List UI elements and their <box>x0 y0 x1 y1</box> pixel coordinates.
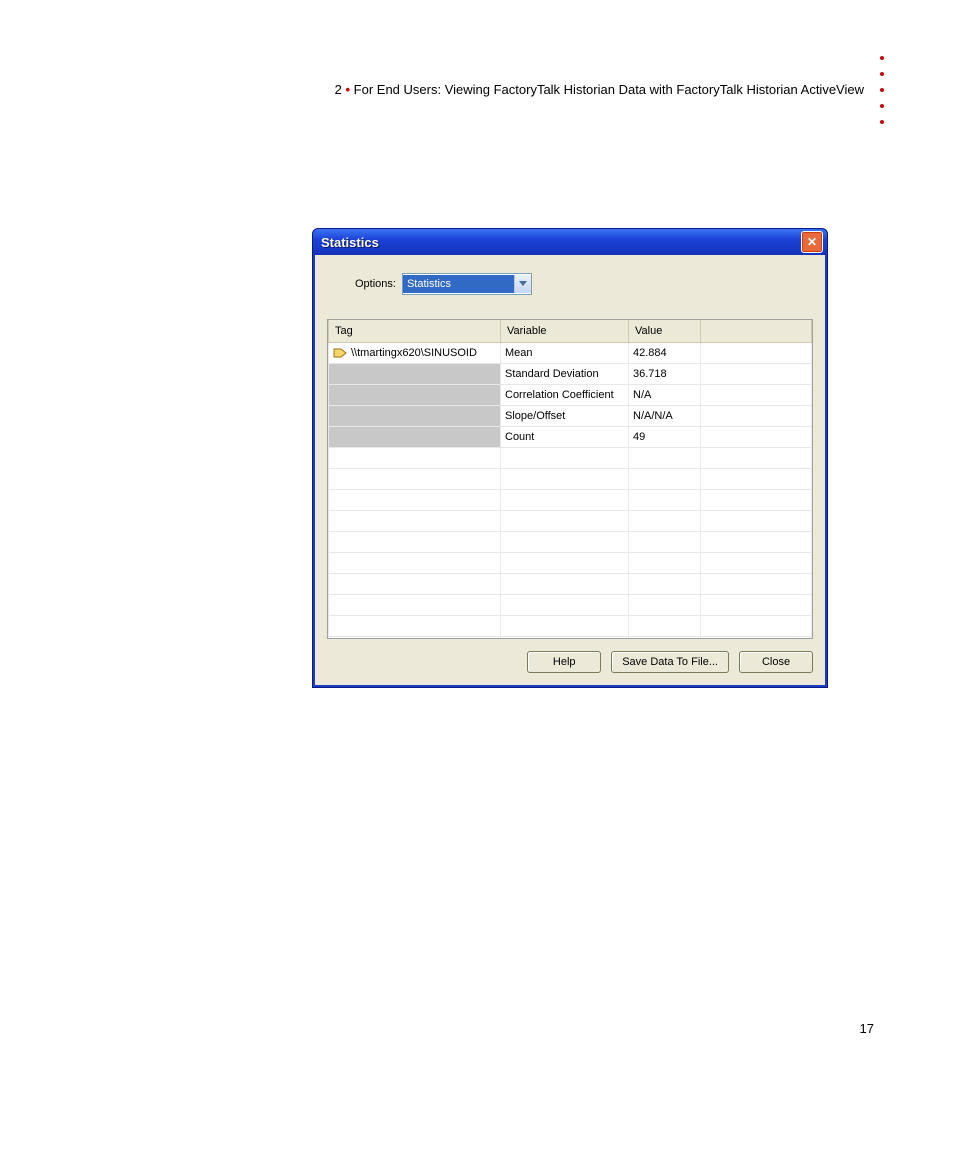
table-row <box>329 448 812 469</box>
table-row <box>329 637 812 640</box>
table-row <box>329 553 812 574</box>
options-row: Options: Statistics <box>355 273 813 295</box>
value-cell: N/A <box>629 385 701 406</box>
dialog-title: Statistics <box>321 235 379 250</box>
save-data-button[interactable]: Save Data To File... <box>611 651 729 673</box>
chapter-title: For End Users: Viewing FactoryTalk Histo… <box>354 82 864 97</box>
chevron-down-icon <box>514 275 531 293</box>
grid-header-row: Tag Variable Value <box>329 320 812 343</box>
tag-name-cell: \\tmartingx620\SINUSOID <box>351 347 477 359</box>
tag-icon <box>333 348 347 358</box>
value-cell: 36.718 <box>629 364 701 385</box>
table-row <box>329 490 812 511</box>
titlebar[interactable]: Statistics ✕ <box>313 229 827 255</box>
table-row <box>329 595 812 616</box>
table-row[interactable]: \\tmartingx620\SINUSOID Mean 42.884 <box>329 343 812 364</box>
statistics-grid: Tag Variable Value \\tmart <box>327 319 813 639</box>
table-row <box>329 469 812 490</box>
value-cell: 49 <box>629 427 701 448</box>
variable-cell: Standard Deviation <box>501 364 629 385</box>
column-header-value[interactable]: Value <box>629 320 701 343</box>
close-icon: ✕ <box>807 235 817 249</box>
header-decorative-dots <box>880 56 884 124</box>
page-header: 2 • For End Users: Viewing FactoryTalk H… <box>335 82 864 97</box>
table-row[interactable]: Correlation Coefficient N/A <box>329 385 812 406</box>
statistics-dialog: Statistics ✕ Options: Statistics Tag <box>312 228 828 688</box>
variable-cell: Mean <box>501 343 629 364</box>
column-header-spacer <box>701 320 812 343</box>
options-selected-value: Statistics <box>403 275 514 293</box>
table-row <box>329 511 812 532</box>
value-cell: N/A/N/A <box>629 406 701 427</box>
help-button[interactable]: Help <box>527 651 601 673</box>
close-button[interactable]: Close <box>739 651 813 673</box>
table-row[interactable]: Slope/Offset N/A/N/A <box>329 406 812 427</box>
column-header-tag[interactable]: Tag <box>329 320 501 343</box>
value-cell: 42.884 <box>629 343 701 364</box>
table-row <box>329 616 812 637</box>
options-label: Options: <box>355 278 396 290</box>
chapter-dot: • <box>345 82 350 97</box>
variable-cell: Slope/Offset <box>501 406 629 427</box>
table-row <box>329 532 812 553</box>
dialog-body: Options: Statistics Tag Variable Value <box>313 255 827 687</box>
dialog-button-row: Help Save Data To File... Close <box>327 651 813 673</box>
chapter-number: 2 <box>335 82 342 97</box>
page-number: 17 <box>860 1021 874 1036</box>
close-window-button[interactable]: ✕ <box>801 231 823 253</box>
table-row[interactable]: Standard Deviation 36.718 <box>329 364 812 385</box>
table-row <box>329 574 812 595</box>
table-row[interactable]: Count 49 <box>329 427 812 448</box>
variable-cell: Count <box>501 427 629 448</box>
variable-cell: Correlation Coefficient <box>501 385 629 406</box>
options-select[interactable]: Statistics <box>402 273 532 295</box>
column-header-variable[interactable]: Variable <box>501 320 629 343</box>
